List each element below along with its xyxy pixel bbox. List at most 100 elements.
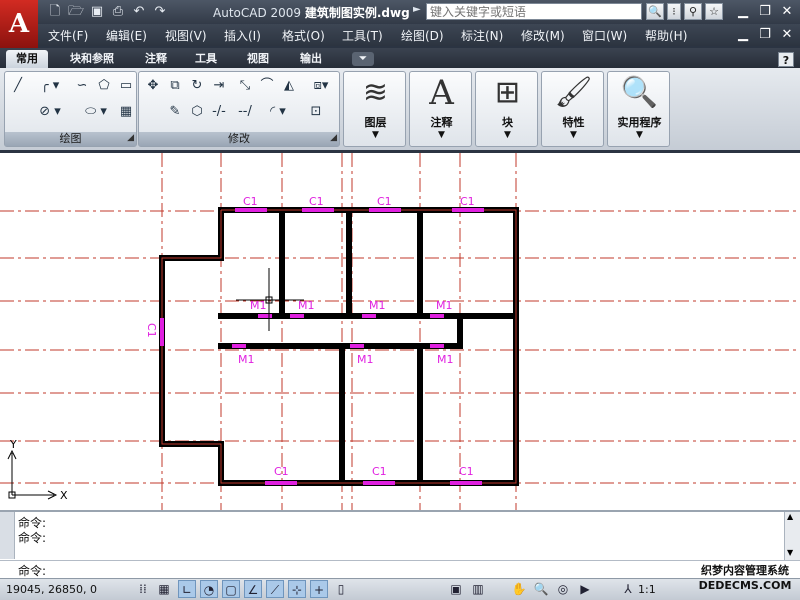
menu-draw[interactable]: 绘图(D) <box>401 27 444 44</box>
snap-mode-icon[interactable]: ⁞⁞ <box>134 580 152 598</box>
polyline-icon[interactable]: ╭ ▾ <box>31 76 69 96</box>
move-icon[interactable]: ✥ <box>142 76 164 96</box>
annotation-scale-value[interactable]: 1:1 <box>638 583 656 596</box>
command-prompt[interactable]: 命令: <box>18 562 46 579</box>
tab-home[interactable]: 常用 <box>6 50 48 68</box>
tab-tools[interactable]: 工具 <box>186 50 226 68</box>
panel-expand-icon[interactable]: ◢ <box>127 131 134 145</box>
stretch-icon[interactable]: ⇥ <box>208 76 230 96</box>
rectangle-icon[interactable]: ▭ <box>115 76 137 96</box>
layout-icon[interactable]: ▥ <box>469 580 487 598</box>
modify-panel-footer[interactable]: 修改 ◢ <box>139 132 339 146</box>
command-scrollbar[interactable]: ▲ ▼ <box>784 512 800 560</box>
redo-icon[interactable]: ↷ <box>151 3 169 20</box>
doc-close-icon[interactable]: ✕ <box>777 26 797 43</box>
open-file-icon[interactable]: 🗁 <box>67 3 85 20</box>
ellipse-icon[interactable]: ⬭ ▾ <box>77 102 115 122</box>
tab-output[interactable]: 输出 <box>291 50 331 68</box>
menu-view[interactable]: 视图(V) <box>165 27 207 44</box>
annotation-scale-icon[interactable]: ⅄ <box>618 580 638 598</box>
restore-icon[interactable]: ❐ <box>755 3 775 20</box>
array-icon[interactable]: ⧈▾ <box>305 76 337 96</box>
menu-format[interactable]: 格式(O) <box>282 27 325 44</box>
lineweight-icon[interactable]: + <box>310 580 328 598</box>
quick-properties-icon[interactable]: ▯ <box>332 580 350 598</box>
save-icon[interactable]: ▣ <box>88 3 106 20</box>
extend-icon[interactable]: --/ <box>234 102 256 122</box>
fillet-icon[interactable]: ⌒ <box>256 76 278 96</box>
ortho-mode-icon[interactable]: ∟ <box>178 580 196 598</box>
trim-icon[interactable]: -/- <box>208 102 230 122</box>
layers-icon: ≋ <box>362 75 389 110</box>
draw-panel: ╱ ╭ ▾ ∽ ⬠ ▭ ⊘ ▾ ⬭ ▾ ▦ 绘图 ◢ <box>4 71 137 147</box>
layers-button[interactable]: ≋ 图层 ▼ <box>343 71 406 147</box>
dynamic-input-icon[interactable]: ⊹ <box>288 580 306 598</box>
menu-insert[interactable]: 插入(I) <box>224 27 261 44</box>
scroll-up-icon[interactable]: ▲ <box>787 512 793 521</box>
break-icon[interactable]: ⊡ <box>305 102 327 122</box>
favorites-icon[interactable]: ☆ <box>705 3 723 20</box>
utilities-button[interactable]: 🔍 实用程序 ▼ <box>607 71 670 147</box>
menu-file[interactable]: 文件(F) <box>48 27 88 44</box>
polar-tracking-icon[interactable]: ◔ <box>200 580 218 598</box>
mirror-icon[interactable]: ◭ <box>278 76 300 96</box>
drawing-canvas[interactable]: C1 C1 C1 C1 C1 C1 C1 C1 M1 M1 M1 M1 M1 M… <box>0 153 800 510</box>
panel-expand-icon[interactable]: ◢ <box>330 131 337 145</box>
rotate-icon[interactable]: ↻ <box>186 76 208 96</box>
command-input-bar[interactable] <box>0 560 800 579</box>
grid-display-icon[interactable]: ▦ <box>155 580 173 598</box>
offset-icon[interactable]: ◜ ▾ <box>260 102 296 122</box>
undo-icon[interactable]: ↶ <box>130 3 148 20</box>
ucs-icon <box>7 449 58 500</box>
hatch-icon[interactable]: ▦ <box>115 102 137 122</box>
line-icon[interactable]: ╱ <box>7 76 29 96</box>
menu-help[interactable]: 帮助(H) <box>645 27 687 44</box>
properties-button[interactable]: 🖌 特性 ▼ <box>541 71 604 147</box>
close-icon[interactable]: ✕ <box>777 3 797 20</box>
zoom-icon[interactable]: 🔍 <box>532 580 550 598</box>
new-file-icon[interactable]: 🗋 <box>46 3 64 20</box>
doc-restore-icon[interactable]: ❐ <box>755 26 775 43</box>
copy-icon[interactable]: ⧉ <box>164 76 186 96</box>
application-menu-button[interactable]: A <box>0 0 38 48</box>
search-expand-icon[interactable]: ► <box>413 4 421 15</box>
explode-icon[interactable]: ⬡ <box>186 102 208 122</box>
help-icon[interactable]: ? <box>778 52 794 67</box>
object-snap-tracking-icon[interactable]: ∠ <box>244 580 262 598</box>
circle-icon[interactable]: ⊘ ▾ <box>31 102 69 122</box>
tab-blocks-references[interactable]: 块和参照 <box>62 50 122 68</box>
steering-wheel-icon[interactable]: ◎ <box>554 580 572 598</box>
menu-modify[interactable]: 修改(M) <box>521 27 565 44</box>
showmotion-icon[interactable]: ▶ <box>576 580 594 598</box>
erase-icon[interactable]: ✎ <box>164 102 186 122</box>
communication-icon[interactable]: ⚲ <box>684 3 702 20</box>
tab-annotate[interactable]: 注释 <box>136 50 176 68</box>
pan-icon[interactable]: ✋ <box>510 580 528 598</box>
ribbon-options-icon[interactable]: ⏷ <box>352 52 374 66</box>
tab-view[interactable]: 视图 <box>238 50 278 68</box>
draw-panel-footer[interactable]: 绘图 ◢ <box>5 132 136 146</box>
print-icon[interactable]: ⎙ <box>109 3 127 20</box>
annotation-button[interactable]: A 注释 ▼ <box>409 71 472 147</box>
command-window-grip[interactable] <box>0 512 15 559</box>
scroll-down-icon[interactable]: ▼ <box>787 548 793 557</box>
menu-dimension[interactable]: 标注(N) <box>461 27 503 44</box>
model-space-icon[interactable]: ▣ <box>447 580 465 598</box>
object-snap-icon[interactable]: ▢ <box>222 580 240 598</box>
dynamic-ucs-icon[interactable]: ⟋ <box>266 580 284 598</box>
menu-window[interactable]: 窗口(W) <box>582 27 627 44</box>
spline-icon[interactable]: ∽ <box>71 76 93 96</box>
minimize-icon[interactable]: ▁ <box>733 3 753 20</box>
window-label: C1 <box>243 195 258 208</box>
search-options-icon[interactable]: ⁝ <box>667 3 681 20</box>
menu-edit[interactable]: 编辑(E) <box>106 27 147 44</box>
search-input[interactable] <box>426 3 642 20</box>
doc-minimize-icon[interactable]: ▁ <box>733 26 753 43</box>
door-label: M1 <box>437 353 454 366</box>
menu-tools[interactable]: 工具(T) <box>342 27 383 44</box>
block-button[interactable]: ⊞ 块 ▼ <box>475 71 538 147</box>
scale-icon[interactable]: ⤡ <box>234 76 256 96</box>
search-icon[interactable]: 🔍 <box>646 3 664 20</box>
coordinate-readout[interactable]: 19045, 26850, 0 <box>6 583 97 596</box>
polygon-icon[interactable]: ⬠ <box>93 76 115 96</box>
